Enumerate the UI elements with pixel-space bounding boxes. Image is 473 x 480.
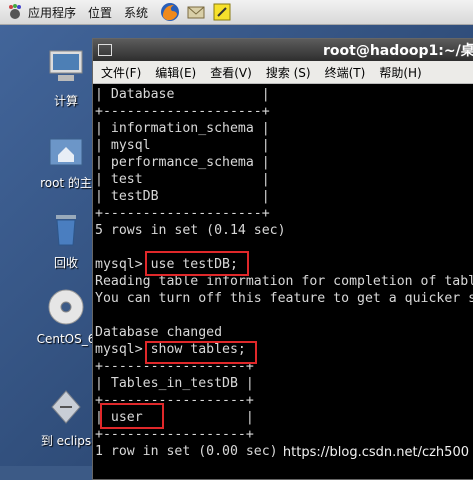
- eclipse-shortcut-icon: [51, 390, 81, 424]
- applications-label: 应用程序: [28, 5, 77, 20]
- terminal-output[interactable]: | Database | +--------------------+ | in…: [93, 85, 473, 479]
- output-line: | performance_schema |: [95, 155, 270, 170]
- menu-search[interactable]: 搜索 (S): [266, 64, 311, 81]
- window-title: root@hadoop1:~/桌面: [323, 43, 473, 59]
- output-line: | Database |: [95, 87, 270, 102]
- menu-terminal[interactable]: 终端(T): [325, 64, 366, 81]
- trash-icon: [56, 215, 76, 246]
- text-editor-icon[interactable]: [212, 2, 232, 22]
- disc-icon: [48, 289, 84, 325]
- top-panel: 应用程序 位置 系统: [0, 0, 473, 25]
- output-line: +--------------------+: [95, 206, 270, 221]
- highlight-box-use-command: [145, 251, 249, 276]
- firefox-icon[interactable]: [160, 2, 180, 22]
- home-folder-icon: [49, 138, 83, 166]
- menu-edit[interactable]: 编辑(E): [155, 64, 196, 81]
- places-menu[interactable]: 位置: [82, 0, 118, 24]
- highlight-box-show-command: [145, 341, 257, 364]
- output-line: Database changed: [95, 325, 223, 340]
- applications-menu[interactable]: 应用程序: [0, 0, 82, 24]
- output-line: +--------------------+: [95, 104, 270, 119]
- output-line: | mysql |: [95, 138, 270, 153]
- gnome-foot-icon: [9, 4, 21, 19]
- menu-view[interactable]: 查看(V): [210, 64, 252, 81]
- output-line: 5 rows in set (0.14 sec): [95, 223, 286, 238]
- output-line: 1 row in set (0.00 sec): [95, 444, 278, 459]
- output-line: | information_schema |: [95, 121, 270, 136]
- output-line: | Tables_in_testDB |: [95, 376, 254, 391]
- watermark-text: https://blog.csdn.net/czh500: [282, 445, 469, 460]
- highlight-box-user-row: [100, 403, 164, 429]
- menu-file[interactable]: 文件(F): [101, 64, 141, 81]
- places-label: 位置: [88, 5, 113, 20]
- terminal-titlebar[interactable]: root@hadoop1:~/桌面: [93, 39, 473, 61]
- system-label: 系统: [124, 5, 149, 20]
- output-line: | testDB |: [95, 189, 270, 204]
- system-menu[interactable]: 系统: [118, 0, 154, 24]
- output-line: | test |: [95, 172, 270, 187]
- mail-client-icon[interactable]: [186, 2, 206, 22]
- window-menu-icon[interactable]: [98, 44, 112, 56]
- terminal-window[interactable]: root@hadoop1:~/桌面 文件(F) 编辑(E) 查看(V) 搜索 (…: [92, 38, 473, 480]
- computer-icon: [49, 50, 83, 81]
- menu-help[interactable]: 帮助(H): [379, 64, 421, 81]
- terminal-menubar: 文件(F) 编辑(E) 查看(V) 搜索 (S) 终端(T) 帮助(H): [93, 61, 473, 84]
- output-line: You can turn off this feature to get a q…: [95, 291, 473, 306]
